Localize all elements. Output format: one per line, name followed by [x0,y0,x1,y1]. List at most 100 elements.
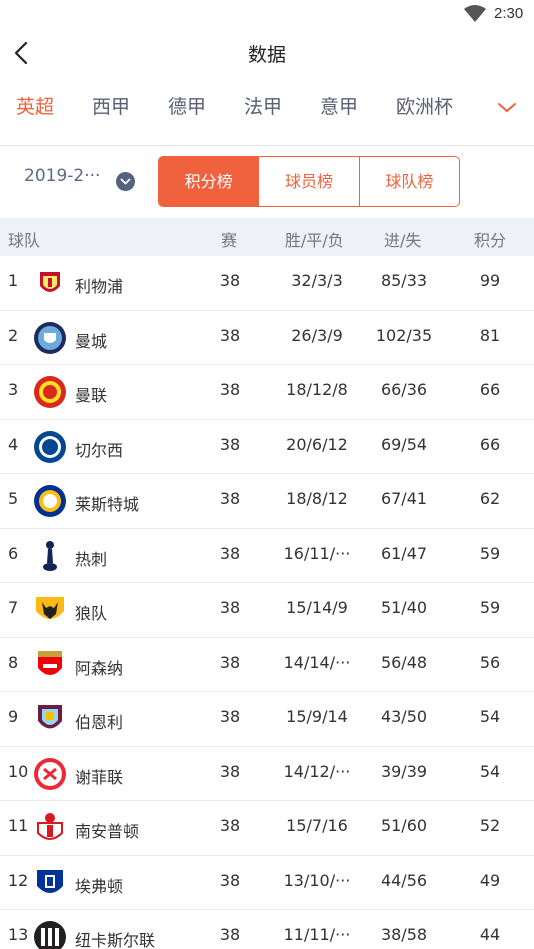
man-city-crest-icon [34,321,66,354]
table-row[interactable]: 3 曼联 38 18/12/8 66/36 66 [0,365,534,420]
win-draw-loss: 11/11/··· [283,925,351,944]
season-selector[interactable]: 2019-2··· [24,166,100,186]
rank: 1 [8,271,19,290]
table-row[interactable]: 4 切尔西 38 20/6/12 69/54 66 [0,420,534,474]
played: 38 [219,925,241,944]
table-row[interactable]: 12 埃弗顿 38 13/10/··· 44/56 49 [0,856,534,910]
win-draw-loss: 20/6/12 [286,434,348,454]
win-draw-loss: 26/3/9 [291,325,343,345]
team-name: 利物浦 [75,277,124,296]
column-header-wdl: 胜/平/负 [285,231,344,250]
win-draw-loss: 14/14/··· [283,652,351,672]
tab-serie-a[interactable]: 意甲 [320,92,358,119]
played: 38 [219,380,241,399]
team-name: 曼联 [75,386,108,405]
table-row[interactable]: 7 狼队 38 15/14/9 51/40 59 [0,583,534,638]
column-header-goals: 进/失 [384,231,422,250]
rank: 7 [8,598,19,617]
status-time: 2:30 [494,5,524,22]
rank: 6 [8,543,19,563]
goals-for-against: 38/58 [380,925,428,944]
table-row[interactable]: 8 阿森纳 38 14/14/··· 56/48 56 [0,638,534,692]
win-draw-loss: 15/9/14 [286,707,348,726]
burnley-crest-icon [38,705,62,729]
points: 49 [479,870,501,890]
played: 38 [219,870,241,890]
played: 38 [219,707,241,726]
goals-for-against: 69/54 [380,434,428,454]
rank: 5 [8,489,19,508]
wifi-icon [464,5,486,22]
man-united-crest-icon [34,376,66,408]
rank: 11 [8,816,29,835]
table-row[interactable]: 10 谢菲联 38 14/12/··· 39/39 54 [0,747,534,801]
win-draw-loss: 15/7/16 [286,816,348,835]
season-dropdown-button[interactable] [116,172,135,191]
win-draw-loss: 16/11/··· [283,543,351,563]
table-row[interactable]: 2 曼城 38 26/3/9 102/35 81 [0,311,534,365]
points: 59 [479,598,501,617]
leicester-crest-icon [34,485,66,517]
table-header: 球队 赛 胜/平/负 进/失 积分 [0,218,534,256]
tab-team-ranking[interactable]: 球队榜 [358,157,459,206]
played: 38 [219,816,241,835]
tab-player-ranking[interactable]: 球员榜 [258,157,358,206]
points: 54 [479,707,501,726]
win-draw-loss: 18/12/8 [286,380,348,399]
tab-premier-league[interactable]: 英超 [16,92,54,119]
tab-ligue-1[interactable]: 法甲 [244,92,282,119]
column-header-played: 赛 [221,231,238,250]
table-row[interactable]: 11 南安普顿 38 15/7/16 51/60 52 [0,801,534,856]
goals-for-against: 56/48 [380,652,428,672]
tab-bundesliga[interactable]: 德甲 [168,92,206,119]
rank: 3 [8,380,19,399]
played: 38 [219,543,241,563]
nav-bar: 数据 [0,30,534,76]
rank: 12 [8,870,29,890]
table-row[interactable]: 13 纽卡斯尔联 38 11/11/··· 38/58 44 [0,910,534,949]
team-name: 狼队 [75,604,108,623]
points: 56 [479,652,501,672]
column-header-points: 积分 [474,231,507,250]
tab-points-table[interactable]: 积分榜 [159,157,259,206]
team-name: 热刺 [75,549,108,569]
points: 66 [479,380,501,399]
table-row[interactable]: 1 利物浦 38 32/3/3 85/33 99 [0,256,534,311]
points: 54 [479,761,501,781]
goals-for-against: 66/36 [380,380,428,399]
played: 38 [219,271,241,290]
goals-for-against: 67/41 [380,489,428,508]
chelsea-crest-icon [34,430,66,463]
points: 99 [479,271,501,290]
team-name: 谢菲联 [75,767,124,787]
tab-euro-cup[interactable]: 欧洲杯 [396,92,453,119]
team-name: 伯恩利 [75,713,124,732]
table-row[interactable]: 6 热刺 38 16/11/··· 61/47 59 [0,529,534,583]
team-name: 埃弗顿 [75,876,124,896]
rank: 10 [8,761,29,781]
southampton-crest-icon [37,813,63,840]
chevron-down-icon[interactable] [496,98,518,116]
played: 38 [219,489,241,508]
goals-for-against: 85/33 [380,271,428,290]
rank: 4 [8,434,19,454]
played: 38 [219,598,241,617]
column-header-team: 球队 [8,231,41,250]
rank: 13 [8,925,29,944]
liverpool-crest-icon [40,272,60,292]
team-name: 切尔西 [75,440,124,460]
table-row[interactable]: 5 莱斯特城 38 18/8/12 67/41 62 [0,474,534,529]
tab-la-liga[interactable]: 西甲 [92,92,130,119]
team-name: 南安普顿 [75,822,140,841]
newcastle-crest-icon [34,921,66,949]
page-title: 数据 [247,44,286,66]
played: 38 [219,652,241,672]
table-row[interactable]: 9 伯恩利 38 15/9/14 43/50 54 [0,692,534,747]
played: 38 [219,325,241,345]
goals-for-against: 39/39 [380,761,428,781]
tottenham-crest-icon [43,540,57,571]
team-name: 纽卡斯尔联 [75,931,156,949]
played: 38 [219,761,241,781]
everton-crest-icon [37,869,63,893]
rank: 2 [8,325,19,345]
